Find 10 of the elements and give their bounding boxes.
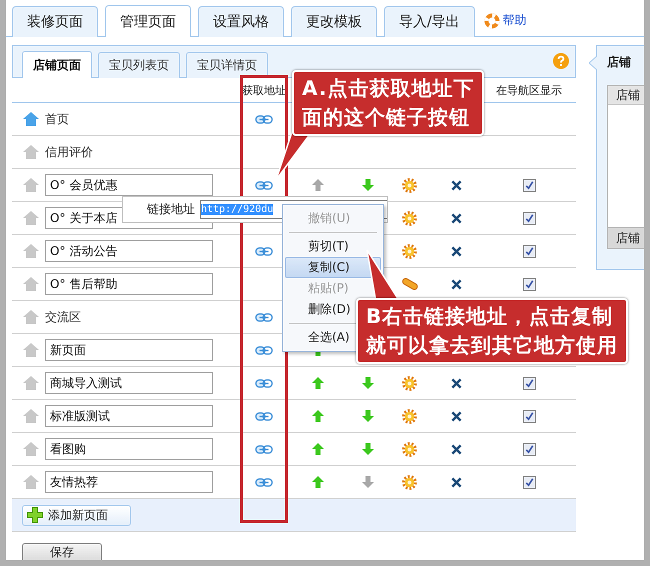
link-address-label: 链接地址	[147, 201, 195, 218]
column-header: 获取地址	[242, 82, 286, 98]
column-header: 在导航区显示	[496, 82, 562, 98]
panel-table-footer: 店铺	[608, 227, 644, 248]
page-name: 首页	[45, 110, 69, 128]
page-name: 交流区	[45, 308, 81, 326]
callout: A.点击获取地址下 面的这个链子按钮	[292, 70, 484, 136]
page-name: 信用评价	[45, 144, 93, 160]
panel-table-header: 店铺	[608, 86, 644, 105]
panel-title: 店铺	[607, 54, 632, 71]
